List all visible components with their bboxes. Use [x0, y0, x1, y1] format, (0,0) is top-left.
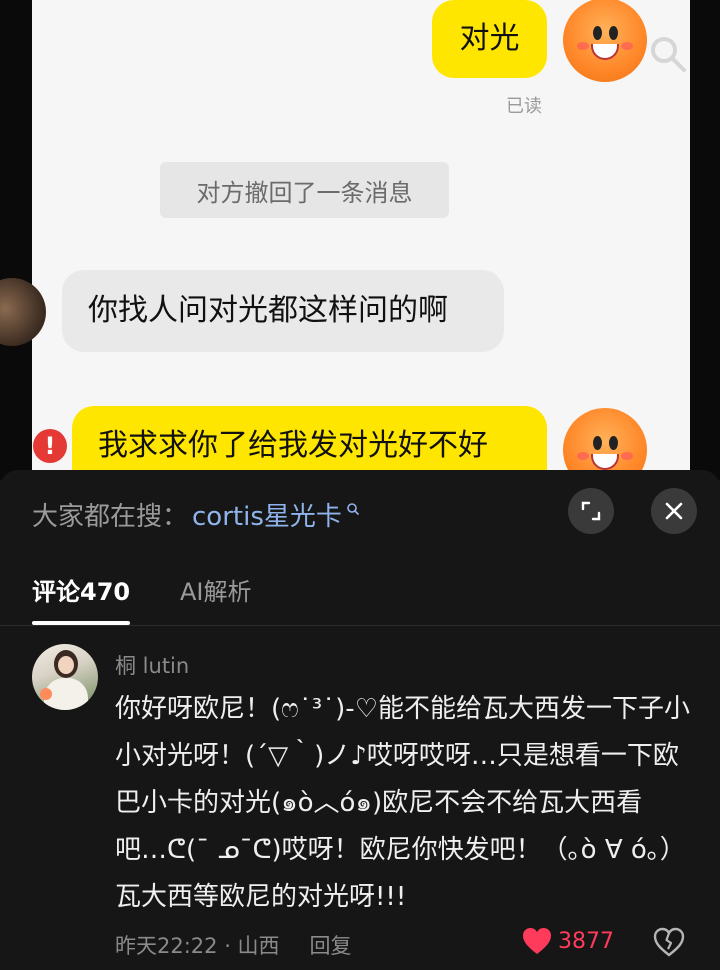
read-status: 已读	[506, 96, 542, 117]
close-button[interactable]	[651, 488, 697, 534]
other-message-bubble: 你找人问对光都这样问的啊	[62, 270, 504, 352]
warning-icon: !	[33, 429, 67, 463]
hot-search-prefix: 大家都在搜：	[32, 502, 189, 532]
hot-search-term[interactable]: cortis星光卡	[192, 496, 342, 533]
expand-icon	[581, 501, 601, 521]
tab-comments[interactable]: 评论470	[32, 572, 130, 607]
hot-search-bar[interactable]: 大家都在搜： cortis星光卡	[32, 496, 360, 533]
close-icon	[665, 502, 683, 520]
my-message-bubble: 对光	[432, 0, 547, 78]
active-tab-indicator	[32, 621, 130, 625]
my-message-text-2: 我求求你了给我发对光好不好	[98, 428, 488, 463]
my-avatar	[563, 0, 647, 82]
dislike-heart-icon[interactable]	[653, 927, 685, 957]
search-icon	[651, 37, 686, 72]
recall-notice: 对方撤回了一条消息	[160, 162, 449, 218]
chat-screenshot: 对光 已读 对方撤回了一条消息 你找人问对光都这样问的啊 ! 我求求你了给我发对…	[0, 0, 720, 480]
comment-meta: 昨天22:22 · 山西 回复	[115, 930, 352, 960]
my-message-text: 对光	[459, 21, 520, 56]
avatar[interactable]	[32, 644, 98, 710]
comment-username[interactable]: 桐 lutin	[115, 650, 189, 680]
other-message-text: 你找人问对光都这样问的啊	[88, 293, 448, 328]
comment-text: 你好呀欧尼！(ෆ˙³˙)-♡能不能给瓦大西发一下子小小对光呀！(´▽｀)ノ♪哎呀…	[115, 694, 691, 912]
comment-time-location: 昨天22:22 · 山西	[115, 934, 280, 958]
expand-button[interactable]	[568, 488, 614, 534]
search-icon	[347, 502, 359, 515]
reply-button[interactable]: 回复	[310, 930, 352, 960]
heart-icon	[523, 928, 551, 954]
like-button[interactable]: 3877	[522, 927, 614, 955]
tab-ai-analysis[interactable]: AI解析	[180, 572, 252, 607]
tab-bar: 评论470 AI解析	[0, 566, 720, 626]
like-count: 3877	[558, 928, 614, 954]
my-message-bubble-2: 我求求你了给我发对光好不好	[72, 406, 547, 480]
comment-panel: 大家都在搜： cortis星光卡 评论470 AI解析 桐 lutin 你好呀欧…	[0, 470, 720, 970]
